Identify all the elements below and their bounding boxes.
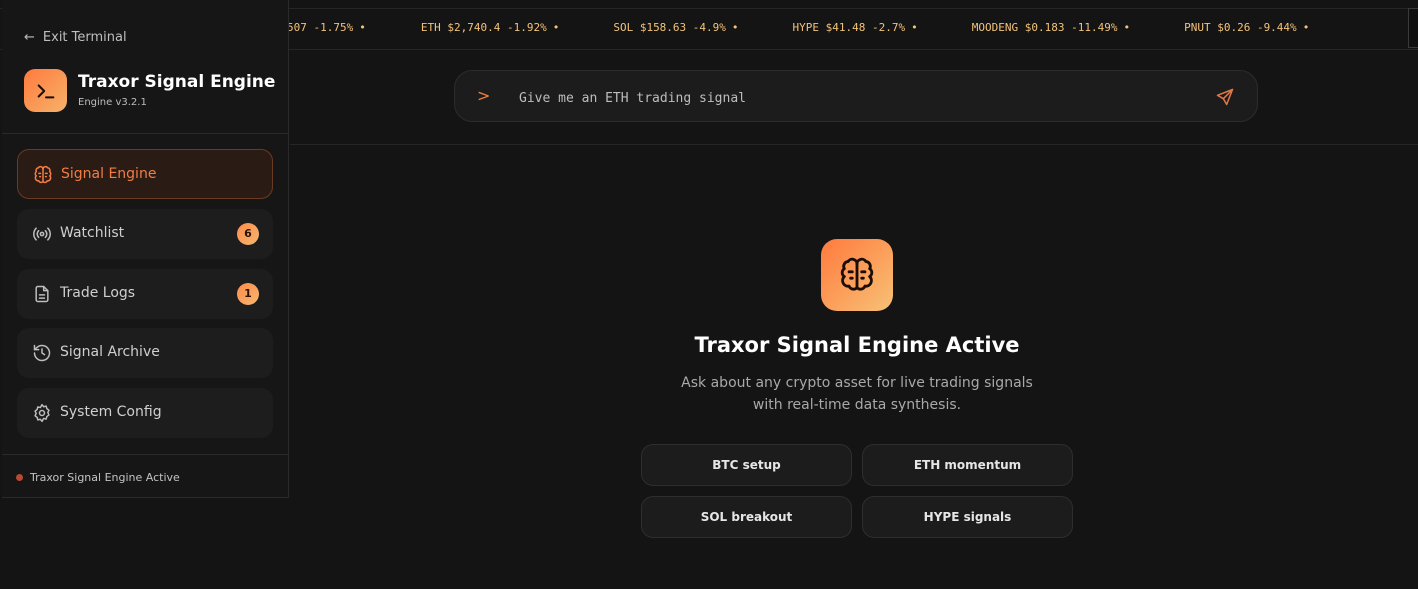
trade-logs-count-badge: 1 (237, 283, 259, 305)
sidebar-item-signal-archive[interactable]: Signal Archive (17, 328, 273, 378)
suggestion-sol-breakout[interactable]: SOL breakout (641, 496, 852, 538)
hero-subtitle-line: with real-time data synthesis. (752, 397, 962, 413)
app-title: Traxor Signal Engine (78, 72, 276, 92)
header-divider (290, 144, 1418, 145)
prompt-chevron-icon: > (477, 86, 491, 105)
history-icon (33, 344, 51, 362)
gear-icon (34, 403, 50, 423)
hero-title: Traxor Signal Engine Active (694, 333, 1020, 357)
sidebar-footer-divider (2, 454, 289, 455)
sidebar-item-trade-logs[interactable]: Trade Logs 1 (17, 269, 273, 319)
engine-status: Traxor Signal Engine Active (16, 471, 180, 484)
sidebar-item-system-config[interactable]: System Config (17, 388, 273, 438)
ticker-item: SOL $158.63 -4.9% • (613, 21, 739, 34)
prompt-input[interactable] (517, 85, 1201, 111)
sidebar: ← Exit Terminal Traxor Signal Engine Engi… (2, 0, 289, 498)
sidebar-item-label: Trade Logs (60, 285, 136, 301)
sidebar-item-label: Signal Archive (60, 344, 160, 360)
hero-subtitle: Ask about any crypto asset for live trad… (640, 372, 1074, 416)
ticker-item: MOODENG $0.183 -11.49% • (971, 21, 1131, 34)
engine-status-text: Traxor Signal Engine Active (30, 471, 180, 484)
sidebar-item-label: Watchlist (60, 225, 125, 241)
watchlist-count-badge: 6 (237, 223, 259, 245)
arrow-left-icon: ← (24, 30, 35, 45)
app-logo (24, 69, 67, 112)
ticker-item: PNUT $0.26 -9.44% • (1184, 21, 1310, 34)
hero-logo (821, 239, 893, 311)
radio-signal-icon (33, 227, 51, 241)
terminal-icon (37, 83, 54, 98)
exit-terminal-label: Exit Terminal (42, 30, 127, 45)
ticker-item: 507 -1.75% • (287, 21, 366, 34)
sidebar-divider (2, 133, 289, 134)
status-dot-icon (16, 474, 23, 481)
ticker-edge (1408, 8, 1418, 48)
sidebar-item-label: Signal Engine (61, 166, 157, 182)
exit-terminal-link[interactable]: ← Exit Terminal (24, 30, 127, 45)
prompt-bar[interactable]: > (454, 70, 1258, 122)
suggestion-hype-signals[interactable]: HYPE signals (862, 496, 1073, 538)
suggestion-btc-setup[interactable]: BTC setup (641, 444, 852, 486)
sidebar-item-label: System Config (60, 404, 162, 420)
suggestion-eth-momentum[interactable]: ETH momentum (862, 444, 1073, 486)
hero-subtitle-line: Ask about any crypto asset for live trad… (681, 375, 1033, 391)
document-icon (35, 285, 49, 303)
ticker-track: 507 -1.75% • ETH $2,740.4 -1.92% • SOL $158.… (287, 21, 1363, 34)
brain-icon (840, 257, 874, 291)
sidebar-item-watchlist[interactable]: Watchlist 6 (17, 209, 273, 259)
ticker-item: HYPE $41.48 -2.7% • (792, 21, 918, 34)
brain-icon (34, 165, 52, 184)
app-version: Engine v3.2.1 (78, 97, 147, 108)
sidebar-item-signal-engine[interactable]: Signal Engine (17, 149, 273, 199)
ticker-item: ETH $2,740.4 -1.92% • (420, 21, 560, 34)
send-icon[interactable] (1215, 87, 1235, 107)
